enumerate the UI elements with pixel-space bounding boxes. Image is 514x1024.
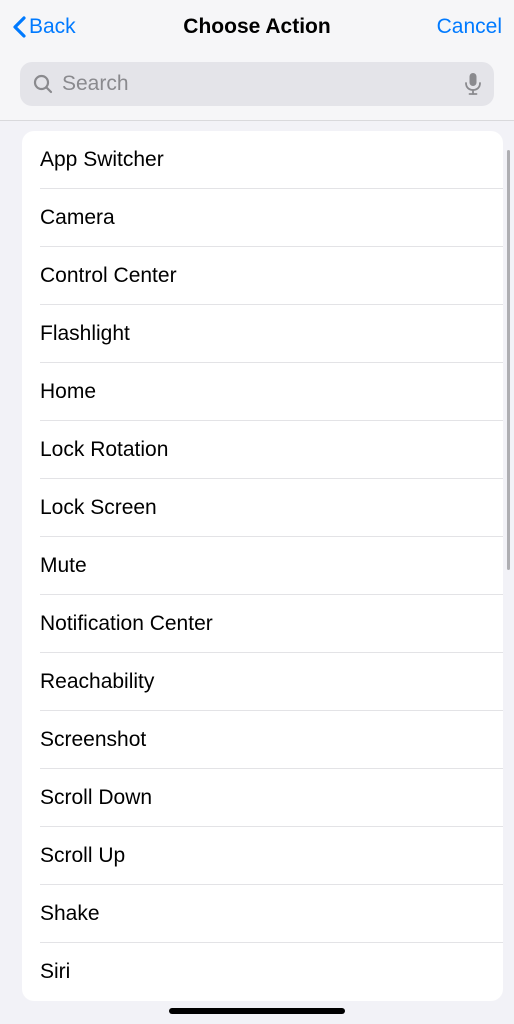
action-item-siri[interactable]: Siri <box>22 943 503 1001</box>
action-item-flashlight[interactable]: Flashlight <box>22 305 503 363</box>
action-list: App Switcher Camera Control Center Flash… <box>22 131 503 1001</box>
back-label: Back <box>29 15 76 39</box>
action-item-reachability[interactable]: Reachability <box>22 653 503 711</box>
search-bar[interactable] <box>20 62 494 106</box>
navigation-bar: Back Choose Action Cancel <box>0 0 514 54</box>
action-item-scroll-up[interactable]: Scroll Up <box>22 827 503 885</box>
search-icon <box>32 73 54 95</box>
action-item-camera[interactable]: Camera <box>22 189 503 247</box>
chevron-left-icon <box>12 16 27 38</box>
action-item-screenshot[interactable]: Screenshot <box>22 711 503 769</box>
action-item-mute[interactable]: Mute <box>22 537 503 595</box>
action-item-lock-screen[interactable]: Lock Screen <box>22 479 503 537</box>
home-indicator[interactable] <box>169 1008 345 1014</box>
action-item-control-center[interactable]: Control Center <box>22 247 503 305</box>
microphone-icon[interactable] <box>464 72 482 96</box>
action-item-lock-rotation[interactable]: Lock Rotation <box>22 421 503 479</box>
content-area: App Switcher Camera Control Center Flash… <box>0 121 514 1001</box>
back-button[interactable]: Back <box>12 15 122 39</box>
action-item-shake[interactable]: Shake <box>22 885 503 943</box>
scroll-indicator <box>507 150 510 570</box>
action-item-notification-center[interactable]: Notification Center <box>22 595 503 653</box>
cancel-button[interactable]: Cancel <box>392 15 502 39</box>
action-item-scroll-down[interactable]: Scroll Down <box>22 769 503 827</box>
action-item-home[interactable]: Home <box>22 363 503 421</box>
page-title: Choose Action <box>183 15 330 39</box>
search-container <box>0 54 514 121</box>
search-input[interactable] <box>62 72 456 96</box>
action-item-app-switcher[interactable]: App Switcher <box>22 131 503 189</box>
